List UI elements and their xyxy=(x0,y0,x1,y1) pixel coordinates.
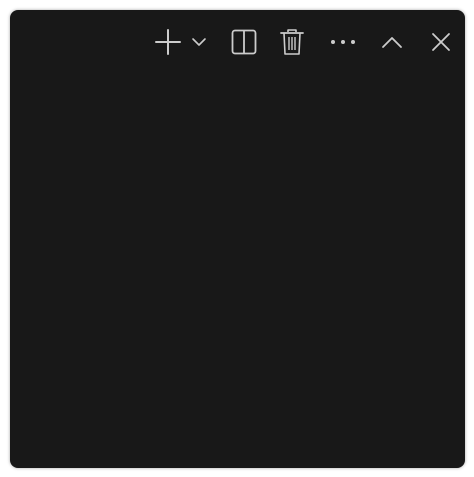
terminal-content-area[interactable] xyxy=(10,74,465,468)
close-panel-button[interactable] xyxy=(426,28,456,56)
close-icon xyxy=(432,33,450,51)
split-panel-icon xyxy=(231,29,257,55)
terminal-panel xyxy=(10,10,465,468)
maximize-panel-button[interactable] xyxy=(377,30,407,54)
ellipsis-icon xyxy=(331,40,355,44)
chevron-down-icon xyxy=(192,38,206,46)
panel-toolbar xyxy=(10,10,465,74)
plus-icon xyxy=(155,29,181,55)
split-terminal-button[interactable] xyxy=(228,27,260,57)
more-actions-button[interactable] xyxy=(328,30,358,54)
new-terminal-button[interactable] xyxy=(151,26,185,58)
chevron-up-icon xyxy=(382,37,402,48)
kill-terminal-button[interactable] xyxy=(277,26,307,58)
trash-icon xyxy=(280,29,304,55)
launch-profile-button[interactable] xyxy=(188,32,210,52)
